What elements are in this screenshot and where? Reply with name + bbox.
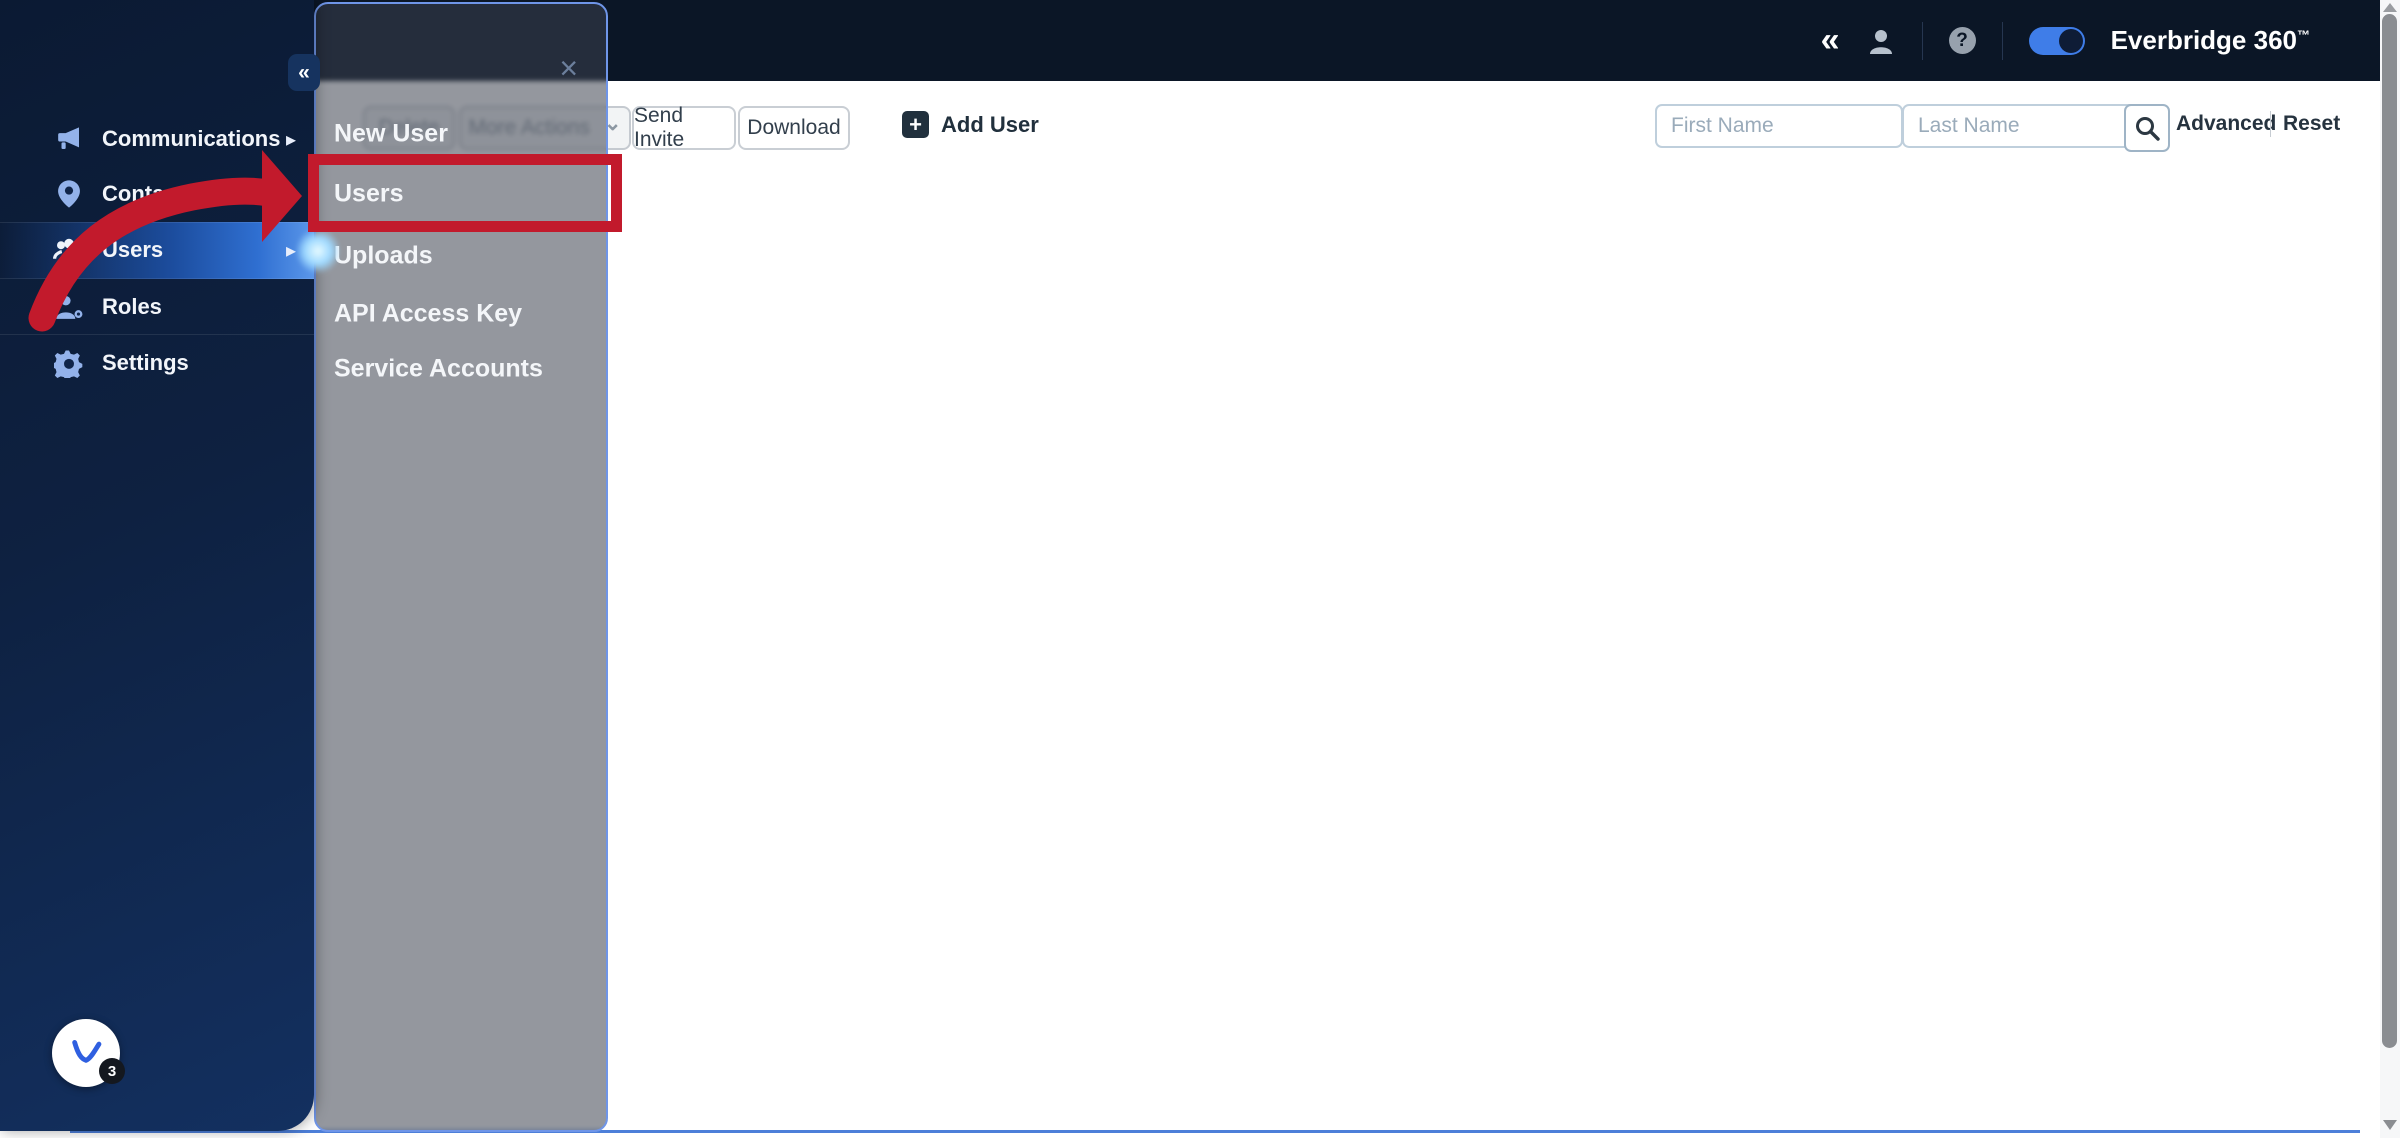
divider <box>1921 21 1923 60</box>
scroll-down-icon[interactable] <box>2383 1120 2397 1130</box>
advanced-link[interactable]: Advanced <box>2176 112 2276 136</box>
location-pin-icon <box>52 179 86 209</box>
everbridge360-label: Everbridge 360™ <box>2110 25 2310 55</box>
notification-badge: 3 <box>99 1058 125 1084</box>
chevron-right-icon: ▸ <box>285 183 296 206</box>
flyout-item-uploads[interactable]: Uploads <box>334 242 433 271</box>
everbridge-bird-icon <box>72 1040 102 1063</box>
help-icon[interactable]: ? <box>1948 27 1976 54</box>
flyout-item-service-accounts[interactable]: Service Accounts <box>334 355 543 384</box>
reset-link[interactable]: Reset <box>2283 112 2340 136</box>
divider <box>0 278 314 279</box>
sidebar-collapse-button[interactable]: « <box>288 54 320 91</box>
divider <box>0 222 314 223</box>
divider <box>2270 111 2271 137</box>
sidebar-item-roles[interactable]: Roles <box>0 279 314 335</box>
megaphone-icon <box>52 124 86 154</box>
search-icon <box>2136 117 2160 141</box>
close-icon[interactable]: × <box>559 52 578 84</box>
sidebar-nav: Communications ▸ Contacts + Assets ▸ Users ▸ R… <box>0 0 314 1131</box>
sidebar-item-settings[interactable]: Settings <box>0 335 314 391</box>
sidebar-item-users[interactable]: Users ▸ <box>0 222 314 278</box>
send-invite-button[interactable]: Send Invite <box>632 104 736 151</box>
active-nav-glow <box>296 228 340 274</box>
scrollbar-thumb[interactable] <box>2382 14 2397 1048</box>
everbridge-app-window: Delete More Actions ⌄ Send Invite Downlo… <box>0 0 2400 1138</box>
download-button[interactable]: Download <box>738 106 850 150</box>
sidebar-item-contacts-assets[interactable]: Contacts + Assets ▸ <box>0 166 314 222</box>
chevron-right-icon: ▸ <box>285 239 296 262</box>
flyout-item-api-access-key[interactable]: API Access Key <box>334 300 522 329</box>
everbridge360-toggle[interactable] <box>2028 26 2085 55</box>
annotation-highlight-box <box>308 154 622 232</box>
plus-icon: + <box>902 111 929 138</box>
gear-icon <box>52 348 86 378</box>
users-group-icon <box>52 237 86 263</box>
flyout-item-new-user[interactable]: New User <box>334 120 448 149</box>
sidebar-item-label: Contacts + Assets <box>102 181 293 206</box>
person-gear-icon <box>52 293 86 321</box>
first-name-search-input[interactable] <box>1655 104 1903 148</box>
divider <box>2001 21 2003 60</box>
sidebar-item-label: Settings <box>102 350 189 375</box>
scroll-up-icon[interactable] <box>2383 3 2397 12</box>
search-button[interactable] <box>2124 104 2170 152</box>
user-profile-icon[interactable] <box>1866 26 1896 56</box>
divider <box>0 334 314 335</box>
sidebar-item-label: Roles <box>102 294 162 319</box>
scrollbar[interactable] <box>2380 0 2400 1138</box>
sidebar-item-label: Communications <box>102 126 281 151</box>
collapse-panel-icon[interactable]: « <box>1821 21 1840 60</box>
sidebar-item-label: Users <box>102 237 164 262</box>
last-name-search-input[interactable] <box>1902 104 2150 148</box>
topbar-actions: « ? Everbridge 360™ <box>1821 0 2310 81</box>
chevron-right-icon: ▸ <box>285 128 296 151</box>
add-user-button[interactable]: + Add User <box>902 111 1039 138</box>
main-content-area: Delete More Actions ⌄ Send Invite Downlo… <box>314 81 2380 1138</box>
sidebar-item-communications[interactable]: Communications ▸ <box>0 111 314 167</box>
add-user-label: Add User <box>941 111 1039 137</box>
